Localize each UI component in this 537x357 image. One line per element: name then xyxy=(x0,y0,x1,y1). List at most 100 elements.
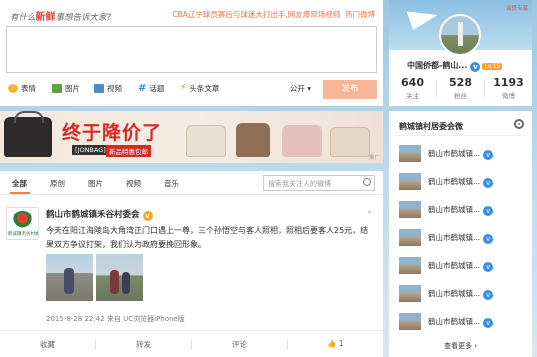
followers-label[interactable]: 粉丝 xyxy=(437,90,484,100)
related-thumbnail[interactable] xyxy=(399,229,421,246)
handbag-image xyxy=(282,125,322,157)
article-tool[interactable]: ⚡ 头条文章 xyxy=(180,83,219,94)
article-label[interactable]: 头条文章 xyxy=(189,83,219,94)
send-button[interactable]: 发布 xyxy=(323,80,377,99)
related-thumbnail[interactable] xyxy=(399,145,421,162)
related-thumbnail[interactable] xyxy=(399,257,421,274)
publisher-box: 有什么新鲜事想告诉大家? CBA辽宁球员赛后与球迷大打出手,网友爆现场视频 热门… xyxy=(0,0,383,106)
related-thumbnail[interactable] xyxy=(399,201,421,218)
prompt-prefix: 有什么 xyxy=(10,13,36,23)
related-accounts-panel: 鹤城镇村居委会微 鹤山市鹤城镇... v 鹤山市鹤城镇... v 鹤山市鹤城镇...… xyxy=(389,111,532,357)
followers-count[interactable]: 528 xyxy=(437,76,484,89)
related-item-name[interactable]: 鹤山市鹤城镇... v xyxy=(428,176,494,188)
image-label[interactable]: 图片 xyxy=(65,83,80,94)
related-name-text[interactable]: 鹤山市鹤城镇... xyxy=(428,261,480,270)
handbag-image xyxy=(186,125,226,157)
favorite-button[interactable]: 收藏 xyxy=(0,339,95,350)
post-author[interactable]: 鹤山市鹤城镇禾谷村委会 v xyxy=(46,208,153,221)
profile-name-text[interactable]: 中国侨都-鹤山... xyxy=(407,61,467,70)
handbag-image xyxy=(4,111,52,157)
related-thumbnail[interactable] xyxy=(399,313,421,330)
verified-blue-icon: v xyxy=(483,178,494,188)
following-label[interactable]: 关注 xyxy=(389,90,436,100)
weibo-stat[interactable]: 1193 微博 xyxy=(485,76,532,100)
post-photo[interactable] xyxy=(46,254,93,301)
tab-all[interactable]: 全部 xyxy=(12,178,27,189)
like-button[interactable]: 👍 1 xyxy=(288,339,383,348)
tab-original[interactable]: 原创 xyxy=(50,178,65,189)
ad-tag: 推广 xyxy=(368,155,380,161)
followers-stat[interactable]: 528 粉丝 xyxy=(437,76,484,100)
topic-tool[interactable]: # 话题 xyxy=(138,83,164,94)
related-item-name[interactable]: 鹤山市鹤城镇... v xyxy=(428,232,494,244)
weibo-label[interactable]: 微博 xyxy=(485,90,532,100)
ad-banner[interactable]: 终于降价了 [JONBAG] 新品特惠包邮 推广 xyxy=(0,111,383,163)
related-item[interactable]: 鹤山市鹤城镇... v xyxy=(399,229,524,249)
related-item[interactable]: 鹤山市鹤城镇... v xyxy=(399,313,524,333)
related-item[interactable]: 鹤山市鹤城镇... v xyxy=(399,173,524,193)
feed-tabs: 全部 原创 图片 视频 音乐 搜索我关注人的微博 xyxy=(0,171,383,195)
hashtag-icon: # xyxy=(138,83,147,94)
hot-topic-text[interactable]: CBA辽宁球员赛后与球迷大打出手,网友爆现场视频 xyxy=(172,10,340,19)
tab-music[interactable]: 音乐 xyxy=(164,178,179,189)
verified-blue-icon: v xyxy=(483,262,494,272)
related-item[interactable]: 鹤山市鹤城镇... v xyxy=(399,285,524,305)
video-label[interactable]: 视频 xyxy=(107,83,122,94)
post-avatar[interactable]: 鹤城镇禾谷村委会 xyxy=(6,207,39,240)
tab-videos[interactable]: 视频 xyxy=(126,178,141,189)
hot-topic-link[interactable]: CBA辽宁球员赛后与球迷大打出手,网友爆现场视频 热门微博 xyxy=(172,9,375,20)
related-item[interactable]: 鹤山市鹤城镇... v xyxy=(399,257,524,277)
hot-weibo-label[interactable]: 热门微博 xyxy=(345,10,375,19)
feed-search-input[interactable]: 搜索我关注人的微博 xyxy=(263,175,375,191)
tab-images[interactable]: 图片 xyxy=(88,178,103,189)
repost-button[interactable]: 转发 xyxy=(96,339,191,350)
related-item-name[interactable]: 鹤山市鹤城镇... v xyxy=(428,148,494,160)
related-thumbnail[interactable] xyxy=(399,285,421,302)
divider xyxy=(395,135,526,136)
related-item-name[interactable]: 鹤山市鹤城镇... v xyxy=(428,204,494,216)
village-logo-icon xyxy=(12,211,33,229)
related-name-text[interactable]: 鹤山市鹤城镇... xyxy=(428,177,480,186)
related-name-text[interactable]: 鹤山市鹤城镇... xyxy=(428,233,480,242)
visibility-dropdown[interactable]: 公开 ▾ xyxy=(290,83,311,94)
profile-avatar[interactable] xyxy=(439,14,481,56)
profile-name[interactable]: 中国侨都-鹤山... v Lv.15 xyxy=(407,60,503,72)
search-icon[interactable] xyxy=(363,178,371,186)
post-menu-chevron-icon[interactable]: ⌄ xyxy=(366,206,373,215)
related-name-text[interactable]: 鹤山市鹤城镇... xyxy=(428,205,480,214)
post-actions: 收藏 转发 评论 👍 1 xyxy=(0,330,383,357)
video-tool[interactable]: 视频 xyxy=(94,83,122,94)
level-badge[interactable]: Lv.15 xyxy=(482,63,503,70)
related-name-text[interactable]: 鹤山市鹤城镇... xyxy=(428,149,480,158)
image-icon xyxy=(52,84,62,93)
banner-brand: [JONBAG] xyxy=(72,145,109,155)
related-thumbnail[interactable] xyxy=(399,173,421,190)
verified-gold-icon: v xyxy=(142,211,153,221)
emoji-label[interactable]: 表情 xyxy=(21,83,36,94)
related-name-text[interactable]: 鹤山市鹤城镇... xyxy=(428,317,480,326)
gear-icon[interactable] xyxy=(514,119,524,129)
emoji-tool[interactable]: 表情 xyxy=(8,83,36,94)
related-item[interactable]: 鹤山市鹤城镇... v xyxy=(399,201,524,221)
prompt-emphasis: 新鲜 xyxy=(35,12,56,23)
lightning-icon: ⚡ xyxy=(180,83,187,93)
post-author-name[interactable]: 鹤山市鹤城镇禾谷村委会 xyxy=(46,210,140,220)
topic-label[interactable]: 话题 xyxy=(149,83,164,94)
related-name-text[interactable]: 鹤山市鹤城镇... xyxy=(428,289,480,298)
post-timestamp[interactable]: 2015-8-28 22:42 xyxy=(46,315,105,323)
comment-button[interactable]: 评论 xyxy=(192,339,287,350)
following-stat[interactable]: 640 关注 xyxy=(389,76,436,100)
search-placeholder: 搜索我关注人的微博 xyxy=(268,180,331,188)
related-item[interactable]: 鹤山市鹤城镇... v xyxy=(399,145,524,165)
vip-label[interactable]: 会员专享 xyxy=(506,4,528,12)
related-item-name[interactable]: 鹤山市鹤城镇... v xyxy=(428,260,494,272)
image-tool[interactable]: 图片 xyxy=(52,83,80,94)
following-count[interactable]: 640 xyxy=(389,76,436,89)
see-more-link[interactable]: 查看更多 › xyxy=(389,341,532,351)
post-textarea[interactable] xyxy=(6,26,377,73)
weibo-count[interactable]: 1193 xyxy=(485,76,532,89)
related-item-name[interactable]: 鹤山市鹤城镇... v xyxy=(428,288,494,300)
post-source: 来自 UC浏览器iPhone版 xyxy=(106,315,185,323)
post-photo[interactable] xyxy=(96,254,143,301)
related-item-name[interactable]: 鹤山市鹤城镇... v xyxy=(428,316,494,328)
